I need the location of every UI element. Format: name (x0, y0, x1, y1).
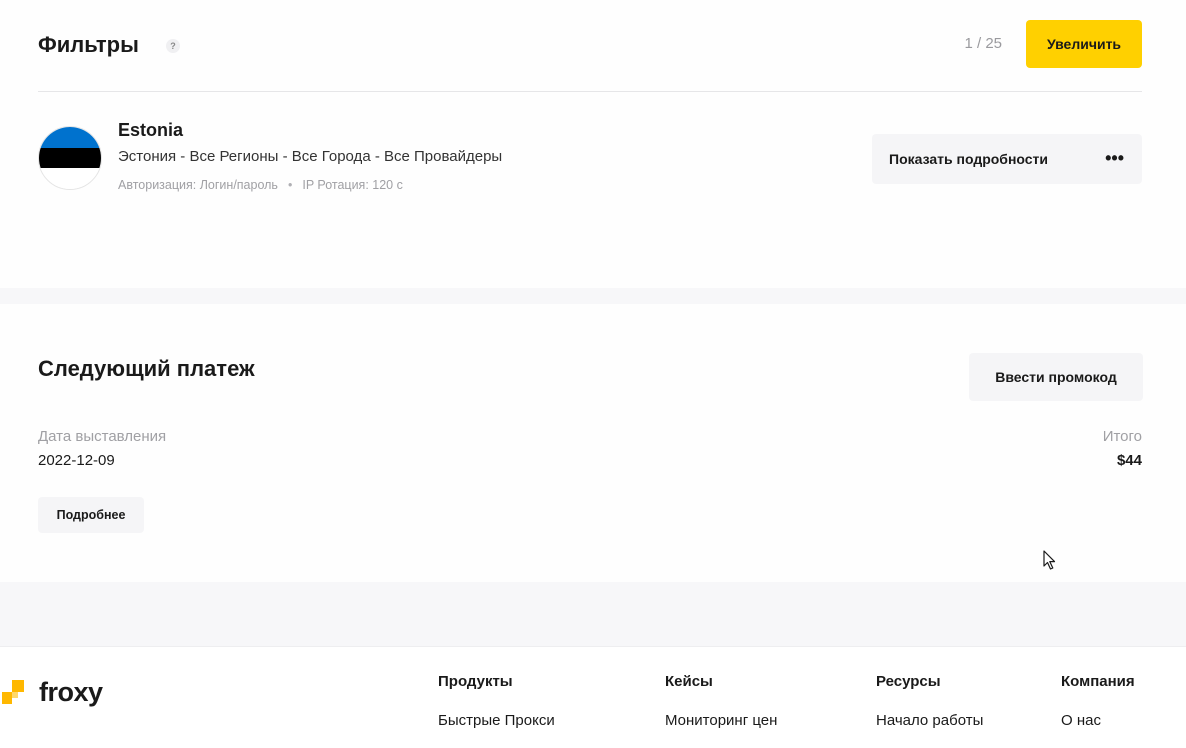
footer-link[interactable]: О нас (1061, 712, 1135, 729)
invoice-date-value: 2022-12-09 (38, 452, 115, 469)
footer-column-company: Компания О нас (1061, 673, 1135, 729)
froxy-logo[interactable]: froxy (2, 677, 122, 711)
proxy-rotation: IP Ротация: 120 с (302, 178, 403, 192)
footer-column-cases: Кейсы Мониторинг цен (665, 673, 777, 729)
filters-card: Фильтры ? 1 / 25 Увеличить Estonia Эстон… (0, 0, 1186, 288)
proxy-list-item: Estonia Эстония - Все Регионы - Все Горо… (38, 120, 1142, 196)
total-value: $44 (1116, 452, 1142, 469)
footer-link[interactable]: Быстрые Прокси (438, 712, 555, 729)
footer-heading: Продукты (438, 673, 513, 690)
filters-header: Фильтры ? 1 / 25 Увеличить (38, 20, 1142, 92)
estonia-flag-icon (38, 126, 102, 190)
footer-column-resources: Ресурсы Начало работы (876, 673, 983, 729)
proxy-location: Эстония - Все Регионы - Все Города - Все… (118, 148, 503, 165)
logo-text: froxy (39, 677, 103, 707)
total-label: Итого (1102, 428, 1142, 445)
next-payment-card: Следующий платеж Ввести промокод Дата вы… (0, 304, 1186, 582)
proxy-meta: Авторизация: Логин/пароль • IP Ротация: 12… (118, 178, 403, 192)
enter-promo-button[interactable]: Ввести промокод (969, 353, 1143, 401)
footer-link[interactable]: Начало работы (876, 712, 983, 729)
payment-title: Следующий платеж (38, 356, 255, 381)
mouse-cursor-icon (1043, 550, 1056, 570)
footer-heading: Компания (1061, 673, 1135, 690)
help-icon[interactable]: ? (166, 39, 180, 53)
proxy-auth: Авторизация: Логин/пароль (118, 178, 278, 192)
invoice-date-label: Дата выставления (38, 428, 167, 445)
footer-column-products: Продукты Быстрые Прокси (438, 673, 555, 729)
more-options-icon[interactable]: ••• (1105, 148, 1124, 168)
footer-link[interactable]: Мониторинг цен (665, 712, 777, 729)
footer-heading: Кейсы (665, 673, 713, 690)
filters-title: Фильтры (38, 32, 139, 57)
show-details-label: Показать подробности (889, 151, 1049, 167)
page-counter: 1 / 25 (964, 35, 1002, 52)
froxy-logo-icon (2, 680, 24, 704)
proxy-name: Estonia (118, 120, 184, 140)
show-details-button[interactable]: Показать подробности ••• (872, 134, 1142, 184)
site-footer: froxy Продукты Быстрые Прокси Кейсы Мони… (0, 646, 1186, 748)
separator-dot-icon: • (287, 178, 293, 192)
flag-stripe-white (39, 168, 101, 189)
payment-details-button[interactable]: Подробнее (38, 497, 144, 533)
increase-button[interactable]: Увеличить (1026, 20, 1142, 68)
flag-stripe-blue (39, 127, 101, 148)
flag-stripe-black (39, 147, 101, 169)
footer-heading: Ресурсы (876, 673, 941, 690)
